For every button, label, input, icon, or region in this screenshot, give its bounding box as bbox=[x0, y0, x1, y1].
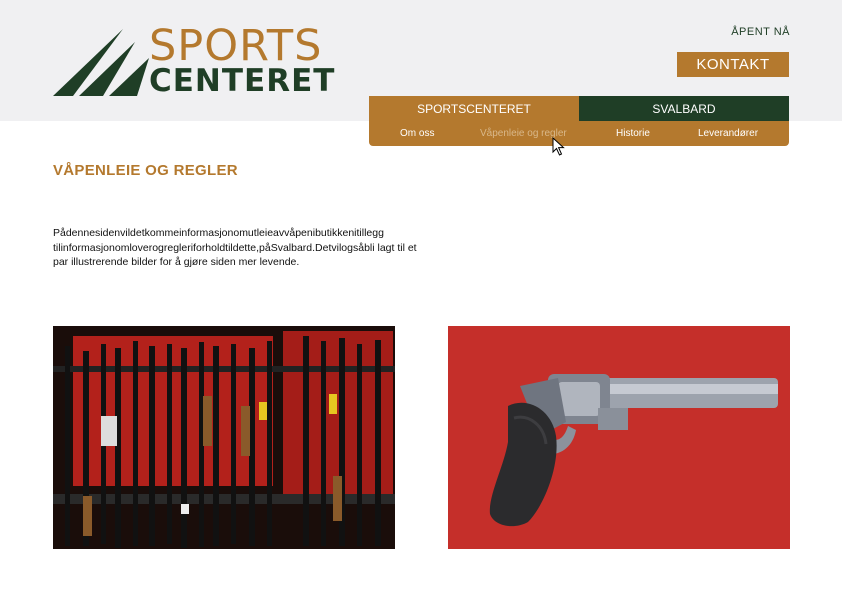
tab-sportscenteret[interactable]: SPORTSCENTERET bbox=[369, 96, 579, 121]
gun-rack-illustration bbox=[53, 326, 395, 549]
sub-navigation: Om oss Våpenleie og regler Historie Leve… bbox=[369, 121, 789, 146]
subnav-item-leverandorer[interactable]: Leverandører bbox=[698, 121, 758, 146]
mouse-pointer-icon bbox=[552, 137, 565, 156]
open-now-link[interactable]: ÅPENT NÅ bbox=[731, 26, 790, 38]
nav-tabs: SPORTSCENTERET SVALBARD bbox=[369, 96, 789, 121]
brand-logo[interactable]: SPORTS CENTERET bbox=[53, 24, 343, 100]
logo-text-sports: SPORTS bbox=[149, 21, 323, 71]
logo-mountain-icon bbox=[53, 29, 149, 96]
page-title: VÅPENLEIE OG REGLER bbox=[53, 162, 238, 179]
main-navigation: SPORTSCENTERET SVALBARD Om oss Våpenleie… bbox=[369, 96, 789, 146]
logo-text-centeret: CENTERET bbox=[149, 63, 336, 99]
gun-rack-photo bbox=[53, 326, 395, 549]
contact-button[interactable]: KONTAKT bbox=[677, 52, 789, 77]
tab-svalbard[interactable]: SVALBARD bbox=[579, 96, 789, 121]
subnav-item-om-oss[interactable]: Om oss bbox=[400, 121, 434, 146]
subnav-item-historie[interactable]: Historie bbox=[616, 121, 650, 146]
revolver-photo bbox=[448, 326, 790, 549]
revolver-illustration bbox=[448, 326, 790, 549]
intro-paragraph: Pådennesidenvildetkommeinformasjonomutle… bbox=[53, 227, 417, 268]
